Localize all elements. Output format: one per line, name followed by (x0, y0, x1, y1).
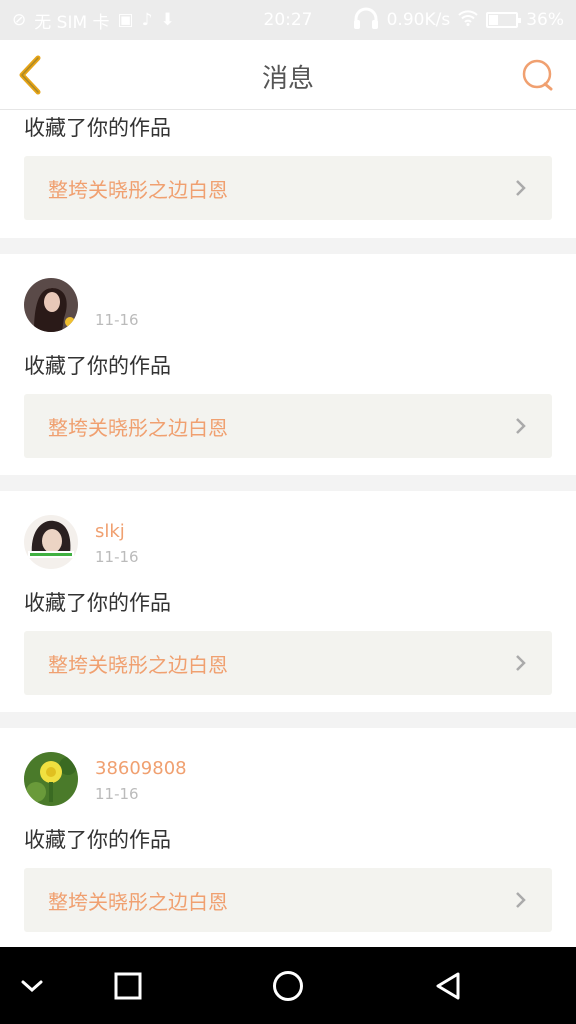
download-icon: ⬇ (160, 9, 175, 30)
username[interactable]: 38609808 (95, 758, 187, 779)
status-left: ⊘ 无 SIM 卡 ▣ ♪ ⬇ (12, 8, 175, 33)
work-title: 整垮关晓彤之边白恩 (48, 177, 228, 202)
message-action: 收藏了你的作品 (24, 591, 171, 615)
chevron-right-icon (516, 892, 526, 908)
work-link[interactable]: 整垮关晓彤之边白恩 (24, 631, 552, 695)
collapse-icon (21, 980, 43, 992)
wifi-icon (458, 10, 478, 30)
page-title: 消息 (261, 64, 314, 94)
username[interactable]: slkj (95, 521, 125, 542)
chevron-right-icon (516, 655, 526, 671)
home-button[interactable] (264, 947, 312, 1024)
message-action: 收藏了你的作品 (24, 116, 171, 140)
message-item: 38609808 11-16 收藏了你的作品 整垮关晓彤之边白恩 (0, 728, 576, 947)
back-nav-button[interactable] (424, 947, 472, 1024)
work-link[interactable]: 整垮关晓彤之边白恩 (24, 156, 552, 220)
battery-percent: 36% (526, 10, 564, 30)
network-speed: 0.90K/s (386, 10, 451, 30)
search-icon (522, 59, 553, 91)
recents-button[interactable] (104, 947, 152, 1024)
work-title: 整垮关晓彤之边白恩 (48, 889, 228, 914)
chevron-right-icon (516, 418, 526, 434)
message-action: 收藏了你的作品 (24, 828, 171, 852)
image-icon: ▣ (117, 9, 134, 30)
chevron-right-icon (516, 180, 526, 196)
work-title: 整垮关晓彤之边白恩 (48, 652, 228, 677)
message-date: 11-16 (95, 785, 139, 803)
status-bar: ⊘ 无 SIM 卡 ▣ ♪ ⬇ 20:27 0.90K/s 36% (0, 0, 576, 40)
message-date: 11-16 (95, 311, 139, 329)
message-date: 11-16 (95, 548, 139, 566)
no-signal-icon: ⊘ (12, 9, 27, 30)
message-item: 收藏了你的作品 整垮关晓彤之边白恩 (0, 110, 576, 238)
app-header: 消息 (0, 40, 576, 110)
message-list[interactable]: 收藏了你的作品 整垮关晓彤之边白恩 11-16 收藏了你的作品 整垮关晓彤之边白… (0, 110, 576, 947)
home-icon (273, 970, 303, 1001)
status-right: 0.90K/s 36% (353, 7, 564, 33)
avatar[interactable] (24, 278, 78, 332)
headphones-icon (353, 7, 379, 33)
work-link[interactable]: 整垮关晓彤之边白恩 (24, 868, 552, 932)
recents-icon (114, 972, 142, 999)
collapse-button[interactable] (8, 947, 56, 1024)
back-icon (436, 972, 460, 999)
work-title: 整垮关晓彤之边白恩 (48, 415, 228, 440)
avatar[interactable] (24, 752, 78, 806)
battery-icon (486, 12, 522, 28)
avatar[interactable] (24, 515, 78, 569)
sim-status: 无 SIM 卡 (34, 12, 110, 33)
message-action: 收藏了你的作品 (24, 354, 171, 378)
message-item: slkj 11-16 收藏了你的作品 整垮关晓彤之边白恩 (0, 491, 576, 712)
music-note-icon: ♪ (141, 9, 153, 30)
work-link[interactable]: 整垮关晓彤之边白恩 (24, 394, 552, 458)
message-item: 11-16 收藏了你的作品 整垮关晓彤之边白恩 (0, 254, 576, 475)
system-nav-bar (0, 947, 576, 1024)
search-button[interactable] (518, 56, 558, 96)
